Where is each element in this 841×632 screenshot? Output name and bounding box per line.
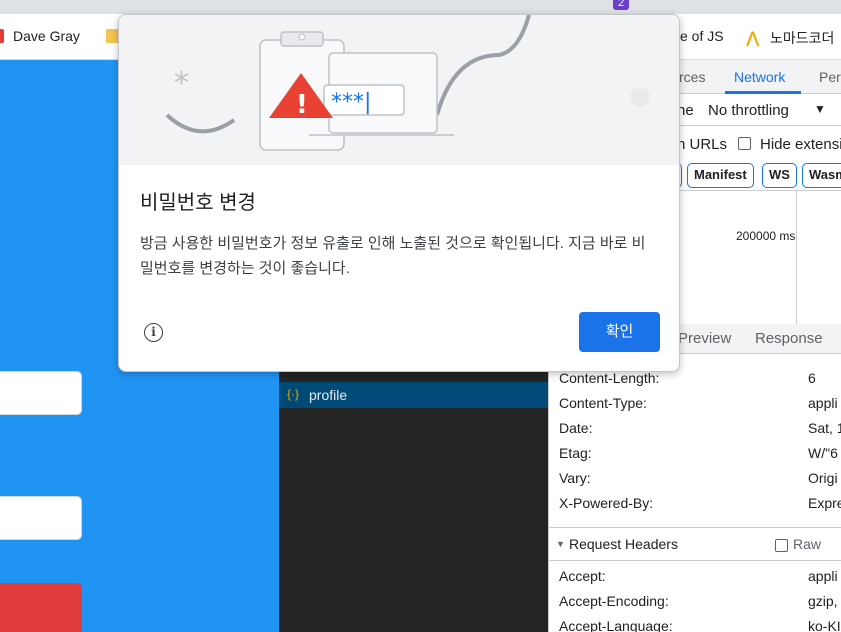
- nomad-logo-icon: ⋀: [746, 30, 760, 47]
- bookmark-dave-gray[interactable]: Dave Gray: [13, 28, 80, 44]
- header-value: 6: [808, 370, 816, 386]
- tab-response[interactable]: Response: [755, 330, 823, 347]
- chip-ws[interactable]: WS: [762, 163, 797, 188]
- json-icon: {·}: [287, 387, 300, 401]
- bookmark-js[interactable]: e of JS: [680, 28, 724, 44]
- password-warning-illustration: * ***| !: [165, 15, 650, 151]
- waterfall-divider: [796, 191, 797, 325]
- tab-sources[interactable]: rces: [679, 69, 705, 85]
- header-value: appli: [808, 395, 838, 411]
- bookmark-nomad[interactable]: 노마드코더: [770, 28, 834, 48]
- tab-network[interactable]: Network: [734, 69, 785, 85]
- raw-label: Raw: [793, 536, 822, 552]
- header-value: gzip,: [808, 593, 838, 609]
- data-urls-label: n URLs: [677, 136, 728, 153]
- header-name: Etag:: [559, 445, 592, 461]
- chevron-down-icon[interactable]: ▼: [814, 102, 826, 116]
- browser-tab-strip: 2: [0, 0, 841, 14]
- header-name: Date:: [559, 420, 593, 436]
- youtube-icon: [0, 29, 4, 43]
- confirm-button[interactable]: 확인: [579, 312, 660, 352]
- text-input-2[interactable]: [0, 496, 82, 540]
- header-value: W/"6: [808, 445, 838, 461]
- tab-badge: 2: [613, 0, 629, 10]
- dialog-message: 방금 사용한 비밀번호가 정보 유출로 인해 노출된 것으로 확인됩니다. 지금…: [140, 235, 646, 277]
- header-value: Origi: [808, 470, 838, 486]
- info-icon[interactable]: i: [144, 323, 163, 342]
- request-name: profile: [309, 387, 348, 403]
- request-headers-section[interactable]: ▼ Request Headers Raw: [549, 527, 841, 561]
- header-name: Accept-Language:: [559, 618, 673, 632]
- header-name: Vary:: [559, 470, 591, 486]
- section-title: Request Headers: [569, 536, 678, 552]
- throttling-select[interactable]: No throttling: [708, 102, 789, 119]
- tab-performance[interactable]: Per: [819, 69, 841, 85]
- hide-extension-label: Hide extensi: [760, 136, 841, 153]
- raw-checkbox[interactable]: [775, 539, 788, 552]
- svg-text:*: *: [174, 66, 189, 101]
- text-input-1[interactable]: [0, 371, 82, 415]
- svg-text:!: !: [296, 90, 308, 120]
- header-value: ko-KI: [808, 618, 841, 632]
- header-value: Sat, 1: [808, 420, 841, 436]
- masked-password-text: ***|: [331, 90, 371, 115]
- chip-wasm[interactable]: Wasm: [802, 163, 841, 188]
- header-name: Accept:: [559, 568, 606, 584]
- header-name: Accept-Encoding:: [559, 593, 669, 609]
- header-name: X-Powered-By:: [559, 495, 654, 511]
- header-value: appli: [808, 568, 838, 584]
- triangle-down-icon: ▼: [556, 539, 565, 549]
- chip-manifest[interactable]: Manifest: [687, 163, 754, 188]
- waterfall-time-label: 200000 ms: [736, 229, 796, 243]
- request-row-profile[interactable]: {·} profile: [279, 382, 548, 408]
- header-name: Content-Type:: [559, 395, 647, 411]
- tab-preview[interactable]: Preview: [678, 330, 731, 347]
- header-name: Content-Length:: [559, 370, 660, 386]
- password-change-dialog: * ***| ! 비밀번호 변경 방금 사용한 비밀번호가 정보 유출로 인해 …: [118, 14, 680, 372]
- hide-extension-checkbox[interactable]: [738, 137, 751, 150]
- submit-button[interactable]: [0, 583, 82, 632]
- dialog-title: 비밀번호 변경: [140, 192, 256, 214]
- header-value: Expre: [808, 495, 841, 511]
- dialog-illustration: * ***| !: [119, 15, 679, 165]
